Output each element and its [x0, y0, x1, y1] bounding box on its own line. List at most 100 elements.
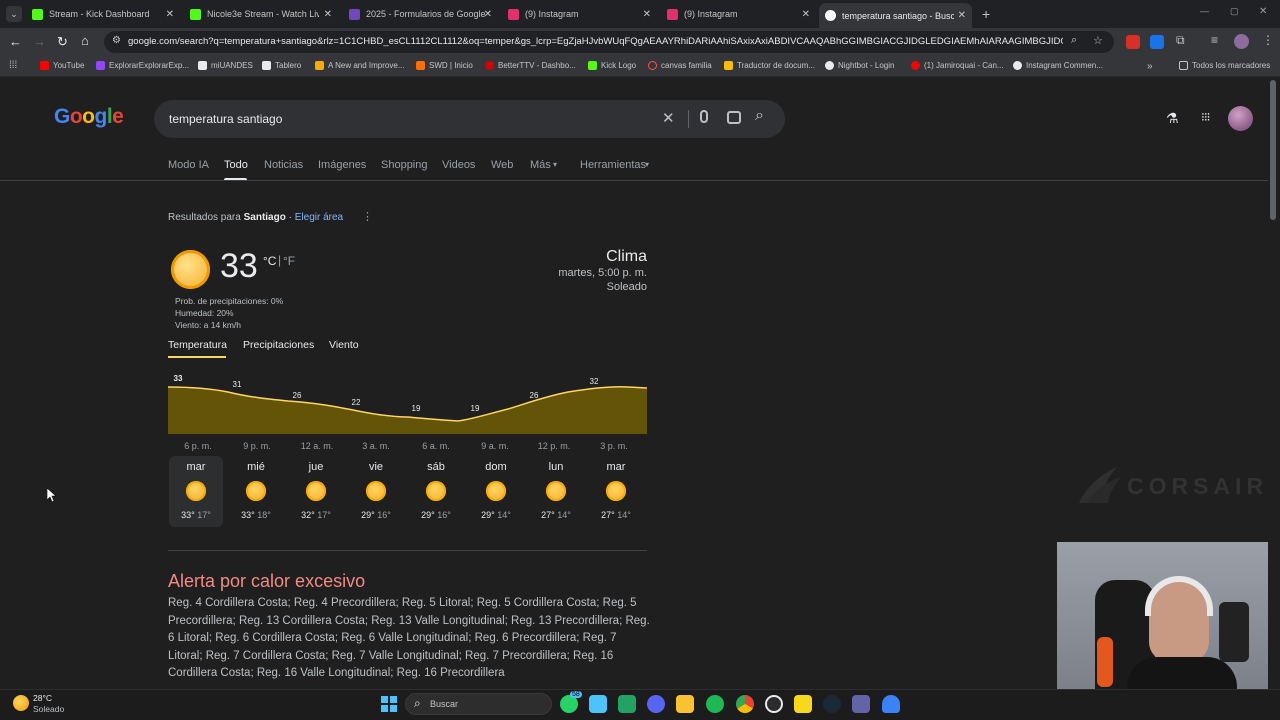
- spotify-icon[interactable]: [706, 695, 724, 713]
- home-icon[interactable]: ⌂: [81, 33, 89, 48]
- lens-camera-icon[interactable]: [727, 111, 741, 124]
- alert-title[interactable]: Alerta por calor excesivo: [168, 571, 365, 592]
- obs-icon[interactable]: [765, 695, 783, 713]
- site-info-icon[interactable]: ⚙: [112, 35, 121, 46]
- maximize-icon[interactable]: ▢: [1230, 6, 1239, 17]
- apps-grid-icon[interactable]: ⁞⁞⁞: [9, 60, 17, 71]
- labs-flask-icon[interactable]: ⚗: [1166, 110, 1179, 127]
- chrome-icon[interactable]: [736, 695, 754, 713]
- google-apps-grid-icon[interactable]: ⁝⁝⁝: [1201, 110, 1211, 124]
- teams-icon[interactable]: [852, 695, 870, 713]
- google-logo[interactable]: Google: [54, 105, 124, 129]
- tab-mas[interactable]: Más: [530, 159, 551, 171]
- day-forecast[interactable]: mar 27° 14°: [589, 461, 643, 520]
- tab-temperatura-santiago[interactable]: temperatura santiago - Buscar ✕: [819, 3, 972, 28]
- new-tab-plus-icon[interactable]: +: [982, 6, 990, 22]
- account-avatar[interactable]: [1228, 106, 1253, 131]
- back-arrow-icon[interactable]: ←: [9, 34, 22, 49]
- subtab-temperatura[interactable]: Temperatura: [168, 339, 227, 351]
- unit-celsius[interactable]: °C: [263, 254, 276, 268]
- search-box[interactable]: temperatura santiago ✕ ⌕: [154, 100, 785, 138]
- close-tab-icon[interactable]: ✕: [958, 10, 966, 21]
- tab-videos[interactable]: Videos: [442, 159, 475, 171]
- close-tab-icon[interactable]: ✕: [484, 9, 492, 20]
- day-forecast[interactable]: dom 29° 14°: [469, 461, 523, 520]
- bookmark-item[interactable]: YouTube: [40, 61, 84, 70]
- search-input[interactable]: temperatura santiago: [169, 112, 282, 126]
- zoom-icon[interactable]: ⌕: [1071, 34, 1077, 47]
- bookmark-item[interactable]: BetterTTV - Dashbo...: [485, 61, 576, 70]
- more-options-icon[interactable]: ⋮: [362, 210, 373, 223]
- subtab-viento[interactable]: Viento: [329, 339, 359, 351]
- tools-button[interactable]: Herramientas: [580, 159, 646, 171]
- taskbar-weather-cond[interactable]: Soleado: [33, 704, 64, 714]
- more-bookmarks-chevron-icon[interactable]: »: [1147, 61, 1153, 72]
- day-forecast[interactable]: sáb 29° 16°: [409, 461, 463, 520]
- bookmark-item[interactable]: Kick Logo: [588, 61, 636, 70]
- subtab-precipitaciones[interactable]: Precipitaciones: [243, 339, 314, 351]
- bookmark-item[interactable]: Tablero: [262, 61, 301, 70]
- app-icon[interactable]: [882, 695, 900, 713]
- microphone-icon[interactable]: [700, 110, 708, 123]
- close-tab-icon[interactable]: ✕: [643, 9, 651, 20]
- tab-shopping[interactable]: Shopping: [381, 159, 428, 171]
- all-bookmarks-folder[interactable]: Todos los marcadores: [1179, 61, 1270, 70]
- day-forecast[interactable]: mar 33° 17°: [169, 461, 223, 520]
- bookmark-item[interactable]: canvas familia: [648, 61, 712, 70]
- menu-kebab-icon[interactable]: ⋮: [1262, 33, 1274, 47]
- bookmark-item[interactable]: Traductor de docum...: [724, 61, 815, 70]
- extension-icons[interactable]: [1126, 35, 1140, 49]
- excel-icon[interactable]: [618, 695, 636, 713]
- tab-noticias[interactable]: Noticias: [264, 159, 303, 171]
- puzzle-icon[interactable]: ⧉: [1176, 33, 1185, 48]
- file-explorer-icon[interactable]: [676, 695, 694, 713]
- bookmark-item[interactable]: (1) Jamiroquai - Can...: [911, 61, 1004, 70]
- steam-icon[interactable]: [823, 695, 841, 713]
- discord-icon[interactable]: [647, 695, 665, 713]
- weather-widget-icon[interactable]: [13, 695, 29, 711]
- page-scrollbar[interactable]: [1270, 80, 1276, 220]
- url-text[interactable]: google.com/search?q=temperatura+santiago…: [128, 36, 1063, 47]
- extension-icon[interactable]: [1150, 35, 1164, 49]
- tab-web[interactable]: Web: [491, 159, 513, 171]
- forward-arrow-icon[interactable]: →: [33, 34, 46, 49]
- day-forecast[interactable]: mié 33° 18°: [229, 461, 283, 520]
- bookmark-item[interactable]: ExplorarExplorarExp...: [96, 61, 189, 70]
- close-tab-icon[interactable]: ✕: [802, 9, 810, 20]
- unit-fahrenheit[interactable]: °F: [283, 254, 295, 268]
- tab-google-forms[interactable]: 2025 - Formularios de Google ✕: [349, 4, 492, 24]
- tab-todo[interactable]: Todo: [224, 159, 248, 171]
- sticky-notes-icon[interactable]: [794, 695, 812, 713]
- bookmark-star-icon[interactable]: ☆: [1093, 34, 1103, 47]
- minimize-icon[interactable]: —: [1200, 6, 1209, 16]
- tab-kick-dashboard[interactable]: Stream - Kick Dashboard ✕: [32, 4, 174, 24]
- bookmark-item[interactable]: A New and Improve...: [315, 61, 404, 70]
- tab-instagram-2[interactable]: (9) Instagram ✕: [667, 4, 810, 24]
- tab-nicole-stream[interactable]: Nicole3e Stream - Watch Live o ✕: [190, 4, 332, 24]
- day-forecast[interactable]: jue 32° 17°: [289, 461, 343, 520]
- windows-start-icon[interactable]: [381, 696, 397, 712]
- bookmark-item[interactable]: Nightbot - Login: [825, 61, 894, 70]
- address-bar[interactable]: ⚙ google.com/search?q=temperatura+santia…: [104, 31, 1114, 53]
- temperature-chart[interactable]: [168, 359, 647, 435]
- choose-area-link[interactable]: Elegir área: [295, 212, 343, 223]
- search-icon[interactable]: ⌕: [755, 107, 764, 125]
- bookmark-item[interactable]: Instagram Commen...: [1013, 61, 1103, 70]
- tab-modo-ia[interactable]: Modo IA: [168, 159, 209, 171]
- close-tab-icon[interactable]: ✕: [324, 9, 332, 20]
- profile-avatar[interactable]: [1234, 34, 1249, 49]
- tab-imagenes[interactable]: Imágenes: [318, 159, 366, 171]
- tab-list-chevron-icon[interactable]: ⌄: [6, 6, 22, 22]
- bookmark-item[interactable]: SWD | Inicio: [416, 61, 473, 70]
- reload-icon[interactable]: ↻: [57, 34, 68, 50]
- bookmark-item[interactable]: miUANDES: [198, 61, 253, 70]
- notepad-icon[interactable]: [589, 695, 607, 713]
- clear-search-icon[interactable]: ✕: [662, 109, 675, 127]
- close-window-icon[interactable]: ✕: [1259, 6, 1267, 17]
- taskbar-search-box[interactable]: ⌕ Buscar: [405, 693, 552, 715]
- day-forecast[interactable]: lun 27° 14°: [529, 461, 583, 520]
- reading-list-icon[interactable]: ≡: [1211, 33, 1218, 47]
- day-forecast[interactable]: vie 29° 16°: [349, 461, 403, 520]
- taskbar-weather-temp[interactable]: 28°C: [33, 693, 52, 703]
- tab-instagram-1[interactable]: (9) Instagram ✕: [508, 4, 651, 24]
